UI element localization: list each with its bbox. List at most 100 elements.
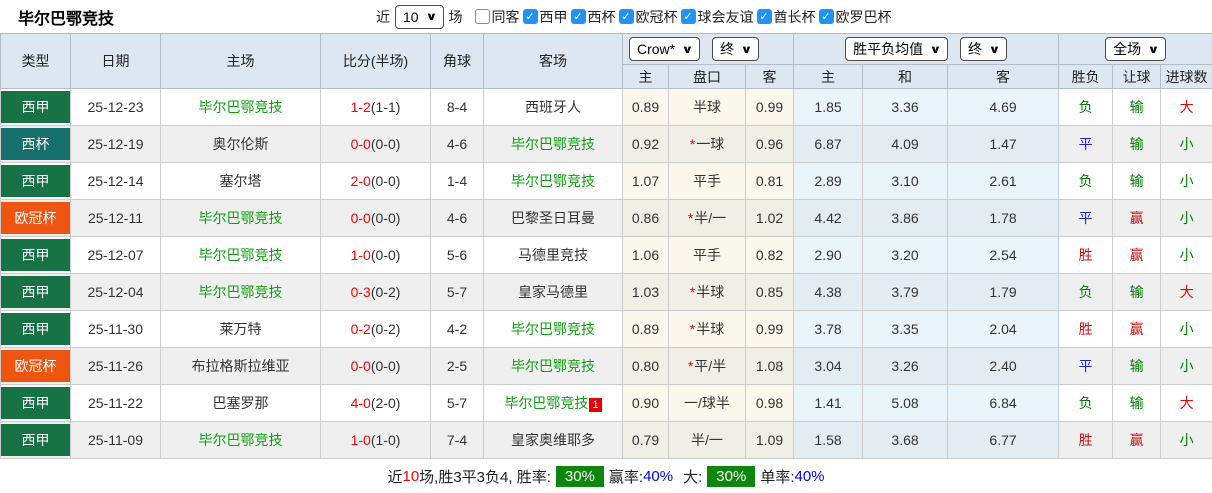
avg-home-odds: 4.38 — [794, 274, 863, 311]
match-date: 25-12-04 — [71, 274, 161, 311]
handicap-away-odds: 0.81 — [746, 163, 794, 200]
corners: 5-7 — [431, 274, 484, 311]
col-header-score: 比分(半场) — [321, 34, 431, 89]
avg-away-odds: 4.69 — [948, 89, 1059, 126]
score-cell: 0-0(0-0) — [321, 126, 431, 163]
summary-prefix: 近 — [387, 466, 402, 487]
league-type-cell: 欧冠杯 — [1, 348, 71, 385]
checked-checkbox-icon[interactable]: ✓ — [819, 9, 834, 24]
half-time-score: (0-0) — [371, 136, 401, 152]
unchecked-checkbox-icon[interactable] — [475, 9, 490, 24]
league-badge: 西甲 — [1, 91, 70, 123]
handicap-home-odds: 1.03 — [623, 274, 669, 311]
corners: 4-6 — [431, 200, 484, 237]
chevron-down-icon: ∨ — [682, 43, 694, 56]
table-row: 西杯25-12-19奥尔伦斯0-0(0-0)4-6毕尔巴鄂竞技0.92*一球0.… — [1, 126, 1212, 163]
away-team-name: 毕尔巴鄂竞技 — [511, 173, 595, 189]
table-row: 欧冠杯25-11-26布拉格斯拉维亚0-0(0-0)2-5毕尔巴鄂竞技0.80*… — [1, 348, 1212, 385]
home-team-name: 毕尔巴鄂竞技 — [199, 99, 283, 115]
sub-header-avg-away: 客 — [948, 65, 1059, 89]
avg-odds-group-header: 胜平负均值 ∨ 终 ∨ — [794, 34, 1059, 65]
result-handicap: 输 — [1113, 274, 1161, 311]
handicap-home-odds: 0.89 — [623, 89, 669, 126]
chevron-down-icon: ∨ — [1148, 43, 1160, 56]
handicap-away-odds: 1.02 — [746, 200, 794, 237]
handicap-home-odds: 1.06 — [623, 237, 669, 274]
scope-select[interactable]: 全场 ∨ — [1105, 37, 1166, 61]
match-count-select[interactable]: 10 ∨ — [395, 5, 444, 29]
match-date: 25-12-07 — [71, 237, 161, 274]
handicap-home-odds: 0.79 — [623, 422, 669, 459]
checked-checkbox-icon[interactable]: ✓ — [757, 9, 772, 24]
col-header-date: 日期 — [71, 34, 161, 89]
avg-home-odds: 6.87 — [794, 126, 863, 163]
avg-home-odds: 1.41 — [794, 385, 863, 422]
big-rate-badge: 30% — [707, 466, 755, 487]
league-badge: 西甲 — [1, 424, 70, 456]
win-rate-badge: 30% — [556, 466, 604, 487]
sub-header-hcp-home: 主 — [623, 65, 669, 89]
home-team-name: 莱万特 — [220, 321, 262, 337]
handicap-away-odds: 0.98 — [746, 385, 794, 422]
away-team-name: 马德里竞技 — [518, 247, 588, 263]
full-time-score: 4-0 — [351, 395, 371, 411]
home-team: 奥尔伦斯 — [161, 126, 321, 163]
avg-state-select[interactable]: 终 ∨ — [960, 37, 1007, 61]
score-cell: 1-2(1-1) — [321, 89, 431, 126]
result-overunder: 小 — [1161, 200, 1212, 237]
match-date: 25-12-23 — [71, 89, 161, 126]
away-team-name: 毕尔巴鄂竞技 — [511, 358, 595, 374]
handicap-away-odds: 0.99 — [746, 89, 794, 126]
col-header-away: 客场 — [484, 34, 623, 89]
handicap-away-odds: 1.08 — [746, 348, 794, 385]
hcp-rate-value: 40% — [643, 468, 673, 485]
filter-item: ✓欧冠杯 — [619, 7, 678, 27]
odd-rate-value: 40% — [794, 468, 824, 485]
odd-rate-label: 单率: — [760, 466, 794, 487]
star-icon: * — [690, 136, 695, 152]
away-team: 马德里竞技 — [484, 237, 623, 274]
result-wdl: 平 — [1059, 126, 1113, 163]
result-wdl: 胜 — [1059, 422, 1113, 459]
result-wdl: 负 — [1059, 274, 1113, 311]
away-team-name: 西班牙人 — [525, 99, 581, 115]
league-badge: 西甲 — [1, 239, 70, 271]
sub-header-hcp-away: 客 — [746, 65, 794, 89]
summary-bar: 近10场,胜3平3负4, 胜率: 30% 赢率:40% 大: 30% 单率:40… — [0, 459, 1212, 493]
result-wdl: 平 — [1059, 200, 1113, 237]
result-overunder: 大 — [1161, 385, 1212, 422]
checked-checkbox-icon[interactable]: ✓ — [619, 9, 634, 24]
corners: 5-6 — [431, 237, 484, 274]
star-icon: * — [688, 210, 693, 226]
league-badge: 欧冠杯 — [1, 202, 70, 234]
avg-away-odds: 1.79 — [948, 274, 1059, 311]
handicap-line: 平手 — [669, 163, 746, 200]
page-title: 毕尔巴鄂竞技 — [18, 5, 376, 29]
avg-away-odds: 2.61 — [948, 163, 1059, 200]
avg-draw-odds: 3.10 — [863, 163, 948, 200]
avg-draw-odds: 3.26 — [863, 348, 948, 385]
table-row: 西甲25-12-23毕尔巴鄂竞技1-2(1-1)8-4西班牙人0.89半球0.9… — [1, 89, 1212, 126]
filter-item: 同客 — [475, 7, 520, 27]
full-time-score: 0-0 — [351, 358, 371, 374]
league-badge: 欧冠杯 — [1, 350, 70, 382]
away-team-name: 毕尔巴鄂竞技 — [504, 395, 588, 411]
result-handicap: 输 — [1113, 348, 1161, 385]
home-team: 莱万特 — [161, 311, 321, 348]
league-badge: 西杯 — [1, 128, 70, 160]
home-team: 毕尔巴鄂竞技 — [161, 200, 321, 237]
result-overunder: 大 — [1161, 274, 1212, 311]
avg-odds-select[interactable]: 胜平负均值 ∨ — [845, 37, 948, 61]
checked-checkbox-icon[interactable]: ✓ — [681, 9, 696, 24]
result-overunder: 大 — [1161, 89, 1212, 126]
half-time-score: (0-0) — [371, 358, 401, 374]
match-count-value: 10 — [403, 9, 419, 25]
checked-checkbox-icon[interactable]: ✓ — [571, 9, 586, 24]
avg-home-odds: 3.78 — [794, 311, 863, 348]
bookmaker-select[interactable]: Crow* ∨ — [629, 37, 700, 61]
avg-home-odds: 2.90 — [794, 237, 863, 274]
league-type-cell: 西甲 — [1, 274, 71, 311]
checked-checkbox-icon[interactable]: ✓ — [523, 9, 538, 24]
handicap-state-select[interactable]: 终 ∨ — [712, 37, 759, 61]
away-team-name: 巴黎圣日耳曼 — [511, 210, 595, 226]
